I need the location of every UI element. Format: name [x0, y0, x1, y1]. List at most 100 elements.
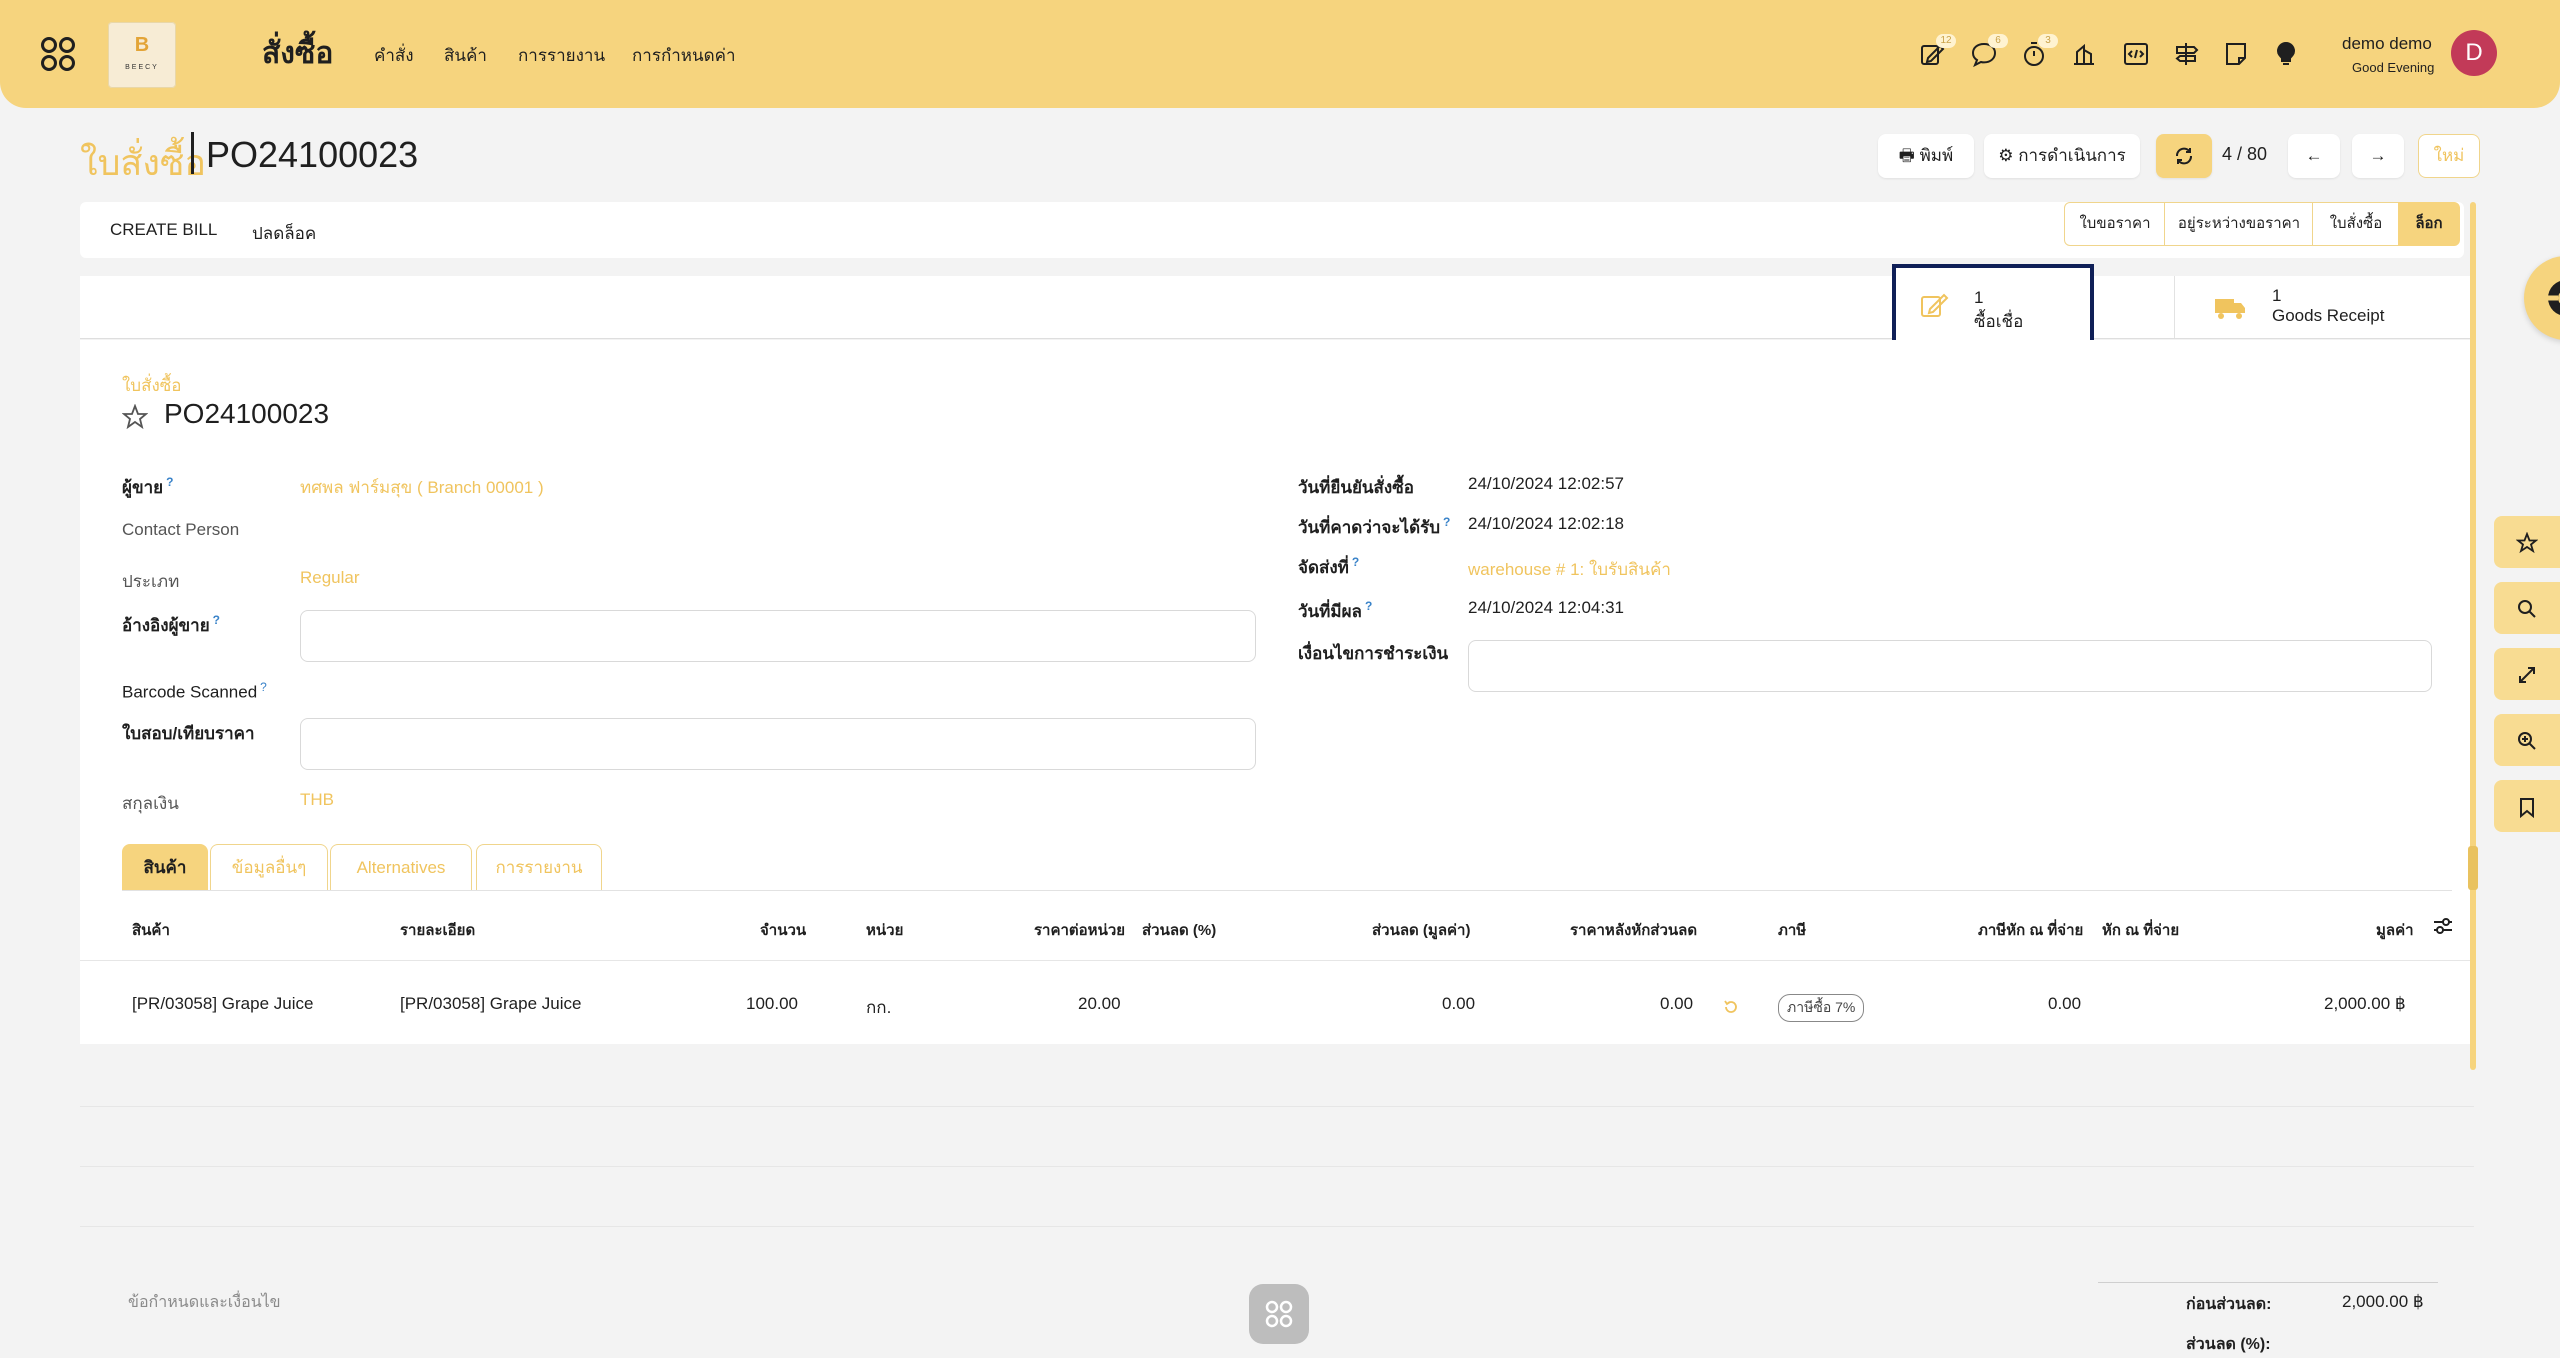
table-divider — [80, 960, 2474, 961]
create-bill-button[interactable]: CREATE BILL — [110, 220, 217, 240]
search-icon — [2518, 600, 2536, 618]
col-withholding-tax[interactable]: ภาษีหัก ณ ที่จ่าย — [1978, 918, 2083, 942]
help-icon[interactable]: ? — [1352, 555, 1359, 569]
col-unit-price[interactable]: ราคาต่อหน่วย — [1034, 918, 1125, 942]
col-tax[interactable]: ภาษี — [1778, 918, 1806, 942]
star-icon[interactable] — [122, 404, 148, 430]
col-description[interactable]: รายละเอียด — [400, 918, 475, 942]
status-purchase-order[interactable]: ใบสั่งซื้อ — [2312, 202, 2400, 246]
status-locked[interactable]: ล็อก — [2398, 202, 2460, 246]
col-product[interactable]: สินค้า — [132, 918, 170, 942]
terms-conditions-input[interactable]: ข้อกำหนดและเงื่อนไข — [128, 1290, 281, 1315]
action-label: การดำเนินการ — [2018, 146, 2126, 165]
tab-reporting[interactable]: การรายงาน — [476, 844, 602, 891]
signpost-icon[interactable] — [2172, 40, 2200, 68]
type-value[interactable]: Regular — [300, 568, 360, 588]
next-record-button[interactable]: → — [2352, 134, 2404, 178]
col-withholding[interactable]: หัก ณ ที่จ่าย — [2102, 918, 2179, 942]
activity-badge: 12 — [1936, 34, 1956, 48]
menu-configuration[interactable]: การกำหนดค่า — [632, 42, 736, 69]
expected-date-value[interactable]: 24/10/2024 12:02:18 — [1468, 514, 1624, 534]
status-rfq[interactable]: ใบขอราคา — [2064, 202, 2166, 246]
col-quantity[interactable]: จำนวน — [760, 918, 806, 942]
bottom-apps-button[interactable] — [1249, 1284, 1309, 1344]
menu-products[interactable]: สินค้า — [444, 42, 487, 69]
goods-receipt-smart-button[interactable]: 1 Goods Receipt — [2176, 276, 2474, 338]
row-discount-amount[interactable]: 0.00 — [1442, 994, 1475, 1014]
help-icon[interactable]: ? — [260, 680, 267, 694]
vendor-bills-count: 1 — [1974, 288, 1984, 307]
row-description[interactable]: [PR/03058] Grape Juice — [400, 994, 581, 1014]
menu-orders[interactable]: คำสั่ง — [374, 42, 414, 69]
company-logo[interactable]: B BEECY — [108, 22, 176, 88]
empty-row-line — [80, 1166, 2474, 1167]
help-icon[interactable]: ? — [1365, 599, 1372, 613]
status-rfq-sent[interactable]: อยู่ระหว่างขอราคา — [2164, 202, 2314, 246]
row-subtotal: 2,000.00 ฿ — [2324, 994, 2406, 1013]
pager-counter[interactable]: 4 / 80 — [2222, 144, 2267, 165]
rfq-compare-input[interactable] — [300, 718, 1256, 770]
vendor-reference-input[interactable] — [300, 610, 1256, 662]
scrollbar[interactable] — [2470, 202, 2476, 1070]
col-price-after-discount[interactable]: ราคาหลังหักส่วนลด — [1570, 918, 1697, 942]
action-button[interactable]: ⚙ การดำเนินการ — [1984, 134, 2140, 178]
unlock-button[interactable]: ปลดล็อค — [252, 220, 316, 247]
effective-date-label: วันที่มีผล? — [1298, 599, 1373, 621]
discount-pct-label: ส่วนลด (%): — [2186, 1336, 2271, 1353]
col-uom[interactable]: หน่วย — [866, 918, 903, 942]
print-icon: 🖶 — [1898, 146, 1915, 165]
company-switch-icon[interactable] — [2070, 40, 2098, 68]
deliver-to-value[interactable]: warehouse # 1: ใบรับสินค้า — [1468, 556, 1671, 583]
new-record-button[interactable]: ใหม่ — [2418, 134, 2480, 178]
col-discount-amount[interactable]: ส่วนลด (มูลค่า) — [1372, 918, 1470, 942]
favorite-side-button[interactable] — [2494, 516, 2560, 568]
tax-tag[interactable]: ภาษีซื้อ 7% — [1778, 994, 1865, 1022]
col-subtotal[interactable]: มูลค่า — [2376, 918, 2414, 942]
messages-icon[interactable]: 6 — [1970, 34, 2008, 68]
type-label: ประเภท — [122, 572, 180, 591]
note-icon[interactable] — [2222, 40, 2250, 68]
support-lifebuoy-button[interactable] — [2524, 256, 2560, 340]
help-icon[interactable]: ? — [213, 613, 220, 627]
app-title[interactable]: สั่งซื้อ — [262, 30, 333, 77]
currency-value[interactable]: THB — [300, 790, 334, 810]
vendor-bills-smart-button[interactable]: 1 ซื้อเชื่อ — [1892, 264, 2094, 344]
user-name[interactable]: demo demo — [2342, 34, 2432, 54]
previous-record-button[interactable]: ← — [2288, 134, 2340, 178]
timer-icon[interactable]: 3 — [2020, 34, 2058, 68]
breadcrumb-current: PO24100023 — [206, 134, 419, 175]
apps-menu-icon[interactable] — [40, 36, 76, 72]
lightbulb-icon[interactable] — [2272, 40, 2300, 68]
activity-icon[interactable]: 12 — [1918, 34, 1956, 68]
zoom-side-button[interactable] — [2494, 714, 2560, 766]
empty-row-line — [80, 1106, 2474, 1107]
breadcrumb-parent[interactable]: ใบสั่งซื้อ — [80, 134, 206, 191]
print-button[interactable]: 🖶 พิมพ์ — [1878, 134, 1974, 178]
tab-products[interactable]: สินค้า — [122, 844, 208, 891]
help-icon[interactable]: ? — [1443, 515, 1450, 529]
row-withholding-tax[interactable]: 0.00 — [2048, 994, 2081, 1014]
avatar[interactable]: D — [2451, 30, 2497, 76]
bookmark-side-button[interactable] — [2494, 780, 2560, 832]
row-price-after-discount[interactable]: 0.00 — [1660, 994, 1693, 1014]
tab-other-info[interactable]: ข้อมูลอื่นๆ — [210, 844, 328, 891]
reset-icon[interactable] — [1722, 998, 1740, 1016]
scrollbar-thumb[interactable] — [2468, 846, 2478, 890]
column-settings-icon[interactable] — [2432, 916, 2454, 936]
payment-terms-input[interactable] — [1468, 640, 2432, 692]
help-icon[interactable]: ? — [166, 475, 173, 489]
payment-terms-label: เงื่อนไขการชำระเงิน — [1298, 644, 1449, 663]
code-icon[interactable] — [2122, 40, 2150, 68]
lifebuoy-icon — [2548, 281, 2560, 315]
row-product[interactable]: [PR/03058] Grape Juice — [132, 994, 313, 1014]
search-side-button[interactable] — [2494, 582, 2560, 634]
vendor-value[interactable]: ทศพล ฟาร์มสุข ( Branch 00001 ) — [300, 474, 544, 501]
col-discount-pct[interactable]: ส่วนลด (%) — [1142, 918, 1216, 942]
menu-reporting[interactable]: การรายงาน — [518, 42, 605, 69]
tab-alternatives[interactable]: Alternatives — [330, 844, 472, 891]
row-quantity[interactable]: 100.00 — [746, 994, 798, 1014]
row-uom[interactable]: กก. — [866, 994, 891, 1021]
row-unit-price[interactable]: 20.00 — [1078, 994, 1121, 1014]
refresh-button[interactable] — [2156, 134, 2212, 178]
expand-side-button[interactable] — [2494, 648, 2560, 700]
